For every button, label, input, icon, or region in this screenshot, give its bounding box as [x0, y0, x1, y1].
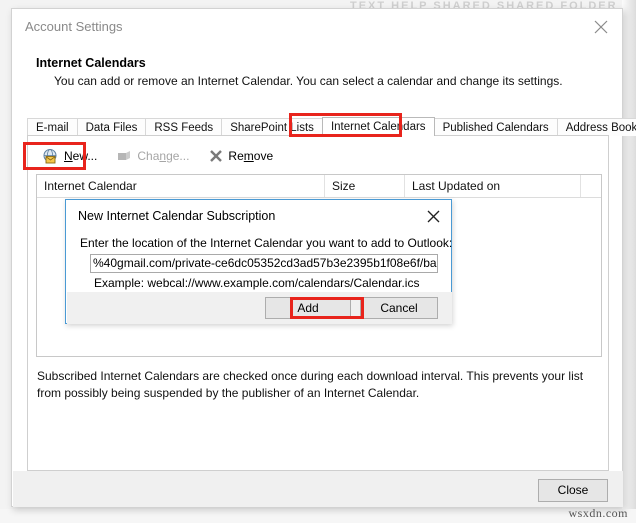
new-button[interactable]: New... [36, 145, 103, 167]
remove-button-label: Remove [228, 149, 274, 163]
window-footer: Close [13, 471, 623, 507]
new-internet-calendar-subscription-dialog: New Internet Calendar Subscription Enter… [65, 199, 452, 324]
new-button-label: New... [64, 149, 98, 163]
page-title: Internet Calendars [36, 56, 146, 70]
modal-title: New Internet Calendar Subscription [78, 209, 276, 223]
modal-close-icon[interactable] [422, 206, 444, 226]
change-icon [117, 150, 132, 163]
change-button-label: Change... [137, 149, 190, 163]
background-bottom-edge [0, 509, 636, 523]
tab-sharepoint-lists[interactable]: SharePoint Lists [221, 118, 323, 136]
window-titlebar: Account Settings [12, 9, 622, 45]
tab-rss-feeds[interactable]: RSS Feeds [145, 118, 223, 136]
list-header-row: Internet Calendar Size Last Updated on [37, 175, 601, 198]
tab-address-books[interactable]: Address Books [556, 118, 636, 136]
tab-data-files[interactable]: Data Files [76, 118, 147, 136]
tabstrip: E-mail Data Files RSS Feeds SharePoint L… [27, 117, 636, 136]
modal-footer: Add Cancel [67, 292, 452, 324]
remove-button[interactable]: Remove [203, 145, 279, 167]
column-header-spacer [581, 175, 601, 197]
x-icon [209, 149, 223, 163]
column-header-last-updated-on[interactable]: Last Updated on [405, 175, 581, 197]
modal-body: Enter the location of the Internet Calen… [66, 233, 453, 291]
tab-internet-calendars[interactable]: Internet Calendars [321, 117, 435, 136]
corner-watermark: wsxdn.com [568, 506, 628, 520]
window-title: Account Settings [25, 19, 123, 34]
column-header-size[interactable]: Size [325, 175, 405, 197]
close-icon[interactable] [586, 15, 616, 39]
tab-email[interactable]: E-mail [27, 118, 78, 136]
page-description: You can add or remove an Internet Calend… [54, 74, 563, 88]
add-button[interactable]: Add [265, 297, 351, 319]
calendar-url-input[interactable]: %40gmail.com/private-ce6dc05352cd3ad57b3… [90, 254, 438, 273]
globe-mail-icon [42, 148, 59, 164]
background-right-edge [622, 0, 636, 523]
modal-prompt-label: Enter the location of the Internet Calen… [80, 236, 453, 250]
tab-published-calendars[interactable]: Published Calendars [433, 118, 558, 136]
change-button: Change... [111, 145, 195, 167]
column-header-internet-calendar[interactable]: Internet Calendar [37, 175, 325, 197]
modal-example-label: Example: webcal://www.example.com/calend… [94, 276, 420, 290]
subscription-note: Subscribed Internet Calendars are checke… [37, 369, 584, 400]
cancel-button[interactable]: Cancel [360, 297, 438, 319]
toolbar: New... Change... Remove [36, 144, 287, 168]
close-button[interactable]: Close [538, 479, 608, 502]
